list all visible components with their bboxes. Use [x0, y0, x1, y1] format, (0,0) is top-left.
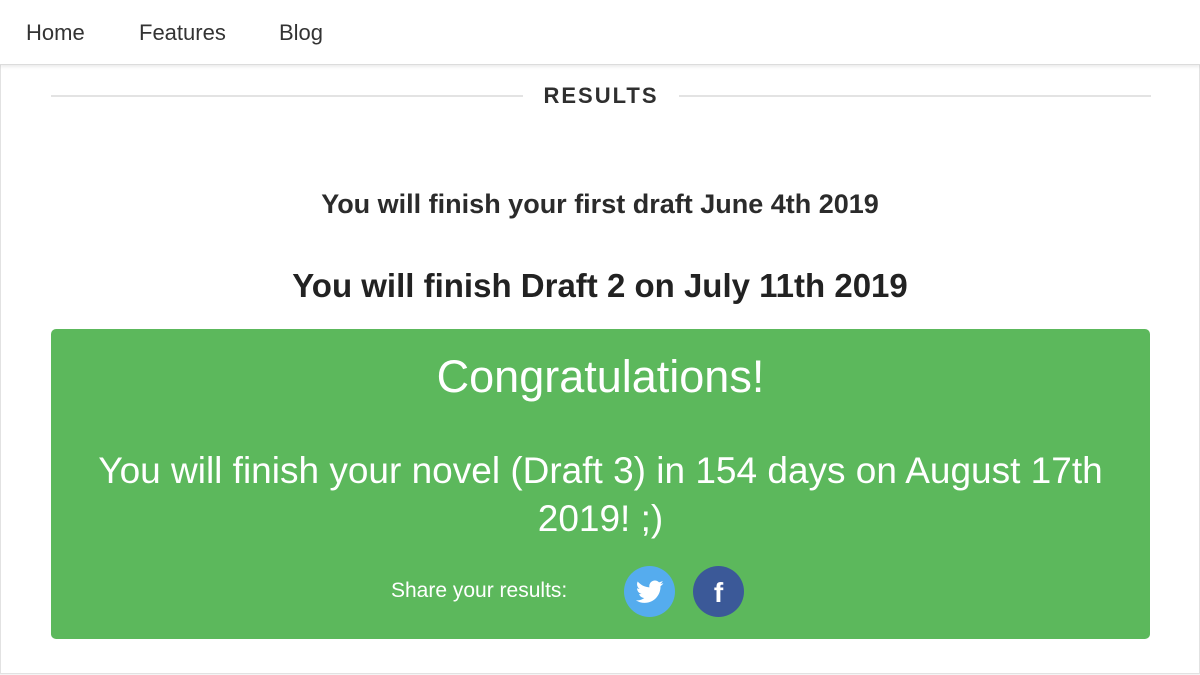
twitter-icon — [635, 579, 664, 603]
share-label: Share your results: — [391, 579, 568, 602]
section-title: RESULTS — [543, 83, 659, 108]
results-panel: RESULTS You will finish your first draft… — [0, 65, 1200, 674]
section-divider-right — [679, 95, 1151, 97]
facebook-share-button[interactable]: f — [693, 566, 744, 617]
congratulations-title: Congratulations! — [436, 351, 765, 402]
congratulations-box: Congratulations! You will finish your no… — [51, 329, 1150, 639]
nav-link-blog[interactable]: Blog — [279, 19, 323, 47]
draft-2-result: You will finish Draft 2 on July 11th 201… — [292, 267, 908, 304]
nav-link-features[interactable]: Features — [139, 19, 226, 47]
nav-link-home[interactable]: Home — [26, 19, 85, 47]
first-draft-result: You will finish your first draft June 4t… — [321, 189, 879, 219]
facebook-icon: f — [713, 576, 724, 608]
section-divider-left — [51, 95, 523, 97]
top-navigation: Home Features Blog — [0, 0, 1200, 65]
novel-finish-message: You will finish your novel (Draft 3) in … — [98, 450, 1103, 539]
twitter-share-button[interactable] — [624, 566, 675, 617]
